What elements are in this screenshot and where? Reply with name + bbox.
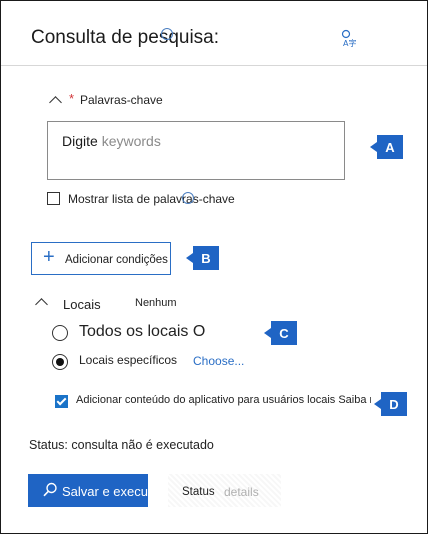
panel-title: Consulta de pesquisa: bbox=[31, 27, 220, 48]
info-icon[interactable] bbox=[182, 192, 194, 204]
keywords-label: Palavras-chave bbox=[80, 93, 163, 107]
callout-d: D bbox=[374, 392, 407, 416]
info-icon[interactable] bbox=[161, 28, 173, 40]
all-locations-label: Todos os locais O bbox=[79, 323, 206, 340]
svg-text:A字: A字 bbox=[343, 38, 356, 48]
keywords-input-prefix: Digite bbox=[62, 133, 98, 149]
plus-icon: + bbox=[43, 246, 55, 268]
search-icon bbox=[42, 482, 58, 498]
specific-locations-radio[interactable] bbox=[52, 354, 68, 370]
choose-locations-link[interactable]: Choose... bbox=[193, 354, 244, 368]
add-conditions-label: Adicionar condições bbox=[65, 254, 168, 266]
specific-locations-label: Locais específicos bbox=[79, 353, 178, 367]
status-details-button[interactable]: Status details bbox=[168, 474, 281, 507]
save-and-run-button[interactable]: Salvar e executar bbox=[28, 474, 148, 507]
search-query-panel: Consulta de pesquisa: A字 * Palavras-chav… bbox=[0, 0, 428, 534]
callout-a: A bbox=[370, 135, 403, 159]
keywords-input[interactable]: Digite keywords bbox=[47, 121, 345, 180]
translate-icon[interactable]: A字 bbox=[341, 29, 365, 49]
required-mark: * bbox=[69, 91, 75, 106]
add-conditions-button[interactable]: + Adicionar condições bbox=[31, 242, 171, 275]
locations-value: Nenhum bbox=[135, 297, 177, 309]
chevron-up-icon[interactable] bbox=[35, 298, 48, 311]
chevron-up-icon[interactable] bbox=[49, 96, 62, 109]
details-link[interactable]: details bbox=[224, 485, 259, 499]
save-and-run-label: Salvar e executar bbox=[62, 484, 148, 499]
all-locations-radio[interactable] bbox=[52, 325, 68, 341]
include-app-content-label: Adicionar conteúdo do aplicativo para us… bbox=[76, 394, 371, 406]
show-keyword-list-checkbox[interactable] bbox=[47, 192, 60, 205]
locations-label: Locais bbox=[63, 297, 101, 312]
show-keyword-list-label: Mostrar lista de palavras-chave bbox=[68, 192, 235, 206]
header-divider bbox=[1, 65, 427, 66]
status-label: Status bbox=[182, 486, 215, 498]
keywords-placeholder: keywords bbox=[101, 133, 161, 149]
callout-c: C bbox=[264, 321, 297, 345]
keywords-input-text: Digite keywords bbox=[62, 133, 161, 149]
query-status-text: Status: consulta não é executado bbox=[29, 438, 214, 452]
callout-b: B bbox=[186, 246, 219, 270]
include-app-content-checkbox[interactable] bbox=[55, 395, 68, 408]
